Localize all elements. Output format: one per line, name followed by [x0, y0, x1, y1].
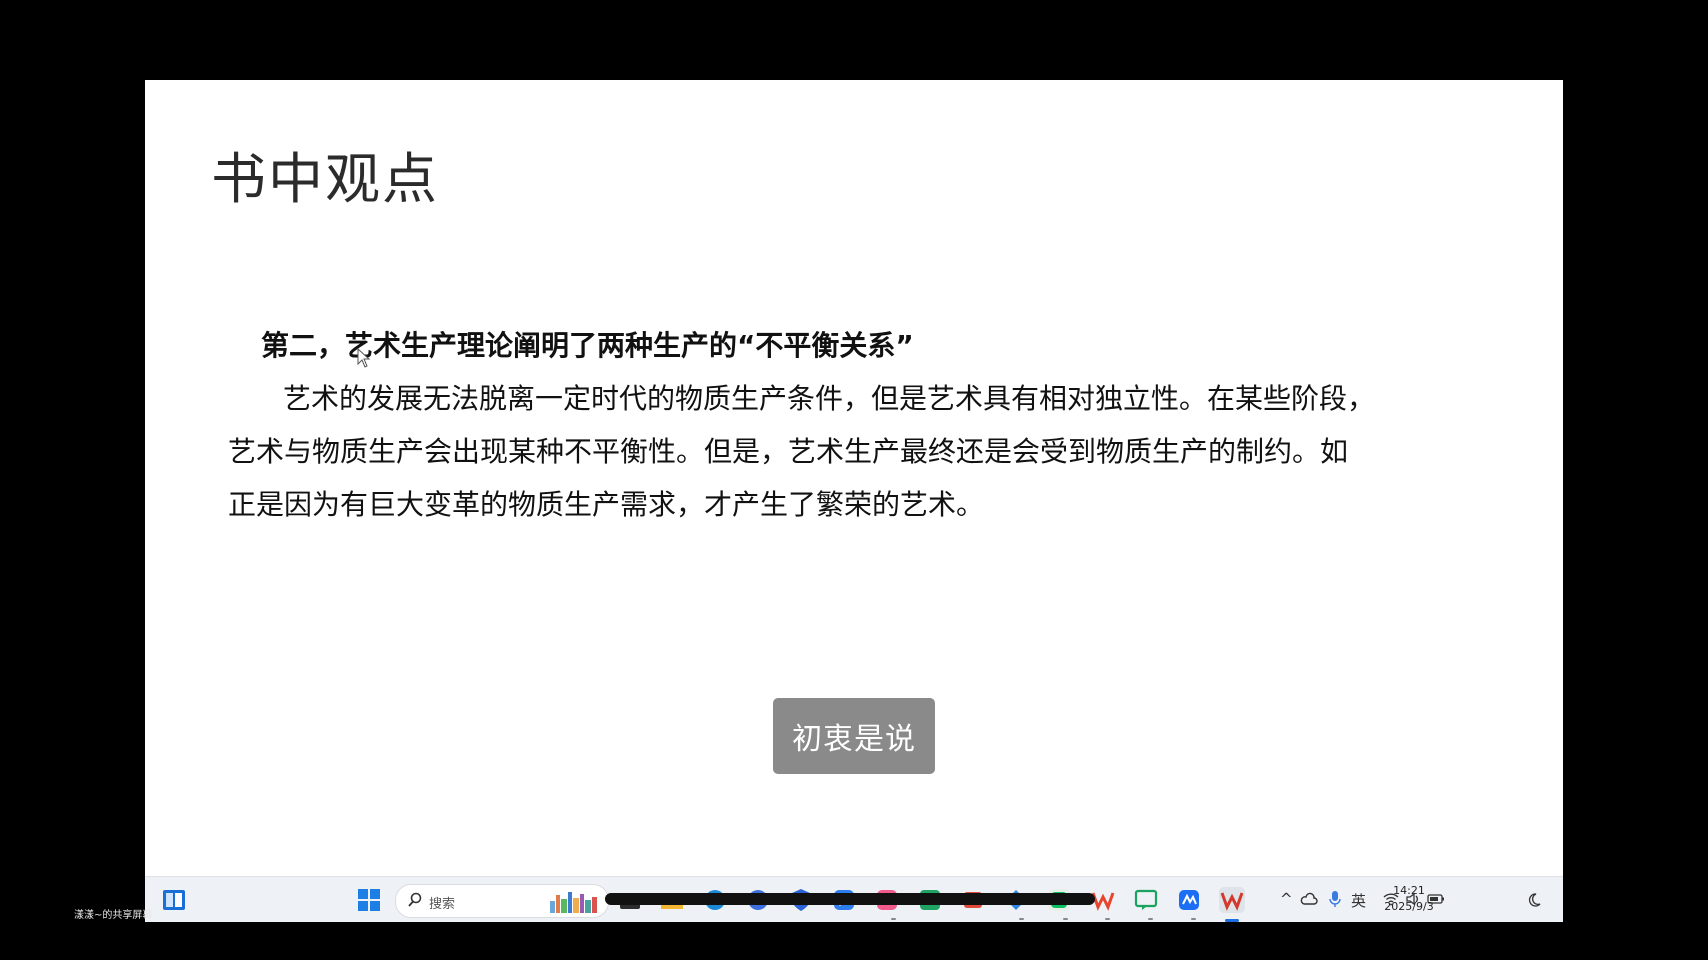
mouse-cursor-icon: [357, 348, 371, 368]
screen-share-label: 漾漾~的共享屏幕: [74, 910, 153, 921]
windows-start-icon[interactable]: [356, 887, 382, 913]
widgets-icon[interactable]: [161, 887, 187, 913]
cloud-icon[interactable]: [1300, 892, 1318, 906]
slide-title: 书中观点: [211, 147, 440, 211]
meeting-icon[interactable]: [1176, 887, 1202, 913]
search-placeholder: 搜索: [429, 897, 456, 912]
running-indicator: [1148, 918, 1153, 920]
active-app-indicator: [1225, 919, 1239, 922]
running-indicator: [891, 918, 896, 920]
city-skyline-icon: [550, 892, 597, 913]
point-body: 艺术的发展无法脱离一定时代的物质生产条件，但是艺术具有相对独立性。在某些阶段， …: [228, 372, 1468, 531]
wps-presentation-icon[interactable]: [1219, 887, 1245, 913]
subtitle-caption: 初衷是说: [773, 698, 935, 774]
input-method-indicator[interactable]: 英: [1351, 890, 1366, 911]
taskbar: 搜索 ^ 英 14:21 2025/9/3: [145, 876, 1563, 922]
clock-time: 14:21: [1393, 884, 1425, 897]
running-indicator: [1191, 918, 1196, 920]
body-line: 正是因为有巨大变革的物质生产需求，才产生了繁荣的艺术。: [228, 488, 985, 521]
body-line: 艺术的发展无法脱离一定时代的物质生产条件，但是艺术具有相对独立性。在某些阶段，: [283, 382, 1376, 415]
running-indicator: [1019, 918, 1024, 920]
focus-moon-icon[interactable]: [1527, 892, 1541, 908]
microphone-icon[interactable]: [1329, 890, 1341, 908]
taskbar-search[interactable]: 搜索: [395, 884, 609, 918]
running-indicator: [1105, 918, 1110, 920]
running-indicator: [1063, 918, 1068, 920]
clock[interactable]: 14:21 2025/9/3: [1377, 883, 1441, 915]
chevron-up-icon[interactable]: ^: [1280, 890, 1293, 908]
clock-date: 2025/9/3: [1384, 900, 1434, 913]
chat-icon[interactable]: [1133, 887, 1159, 913]
shared-screen: 书中观点 第二，艺术生产理论阐明了两种生产的“不平衡关系” 艺术的发展无法脱离一…: [145, 80, 1563, 922]
search-icon: [408, 892, 422, 907]
body-line: 艺术与物质生产会出现某种不平衡性。但是，艺术生产最终还是会受到物质生产的制约。如: [228, 435, 1349, 468]
screen-share-toolbar[interactable]: [605, 893, 1095, 905]
